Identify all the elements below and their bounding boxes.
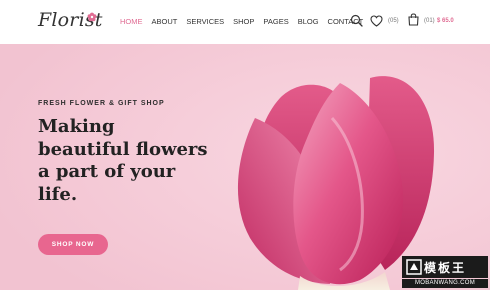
watermark-mark-icon xyxy=(406,259,422,275)
cart-total: $ 65.0 xyxy=(437,18,454,24)
nav-item-shop[interactable]: SHOP xyxy=(233,17,254,26)
hero-headline-line4: life. xyxy=(38,183,78,205)
wishlist-count: (05) xyxy=(388,18,399,24)
logo-flower-icon xyxy=(87,12,97,22)
hero-headline-line3: a part of your xyxy=(38,161,176,182)
cart-count: (01) xyxy=(424,18,435,24)
hero-banner: FRESH FLOWER & GIFT SHOP Making beautifu… xyxy=(0,44,490,290)
search-icon[interactable] xyxy=(350,14,363,27)
hero-eyebrow: FRESH FLOWER & GIFT SHOP xyxy=(38,100,165,107)
nav-item-pages[interactable]: PAGES xyxy=(263,17,288,26)
hero-headline-line2: beautiful flowers xyxy=(38,138,208,160)
shop-now-button[interactable]: SHOP NOW xyxy=(38,234,108,255)
nav-item-blog[interactable]: BLOG xyxy=(298,17,319,26)
watermark-logo: 模板王 MOBANWANG.COM xyxy=(402,256,488,288)
watermark-text: 模板王 xyxy=(424,261,467,275)
heart-icon[interactable] xyxy=(370,15,383,27)
nav-item-home[interactable]: HOME xyxy=(120,17,143,26)
watermark-url: MOBANWANG.COM xyxy=(402,279,488,288)
main-nav: HOME ABOUT SERVICES SHOP PAGES BLOG CONT… xyxy=(120,17,372,26)
nav-item-about[interactable]: ABOUT xyxy=(152,17,178,26)
hero-headline-line1: Making xyxy=(38,116,115,137)
site-header: Florist HOME ABOUT SERVICES SHOP PAGES B… xyxy=(0,0,490,44)
nav-item-services[interactable]: SERVICES xyxy=(186,17,224,26)
watermark-box: 模板王 xyxy=(402,256,488,278)
hero-headline: Making beautiful flowers a part of your … xyxy=(38,116,228,206)
shopping-bag-icon[interactable] xyxy=(408,13,419,26)
